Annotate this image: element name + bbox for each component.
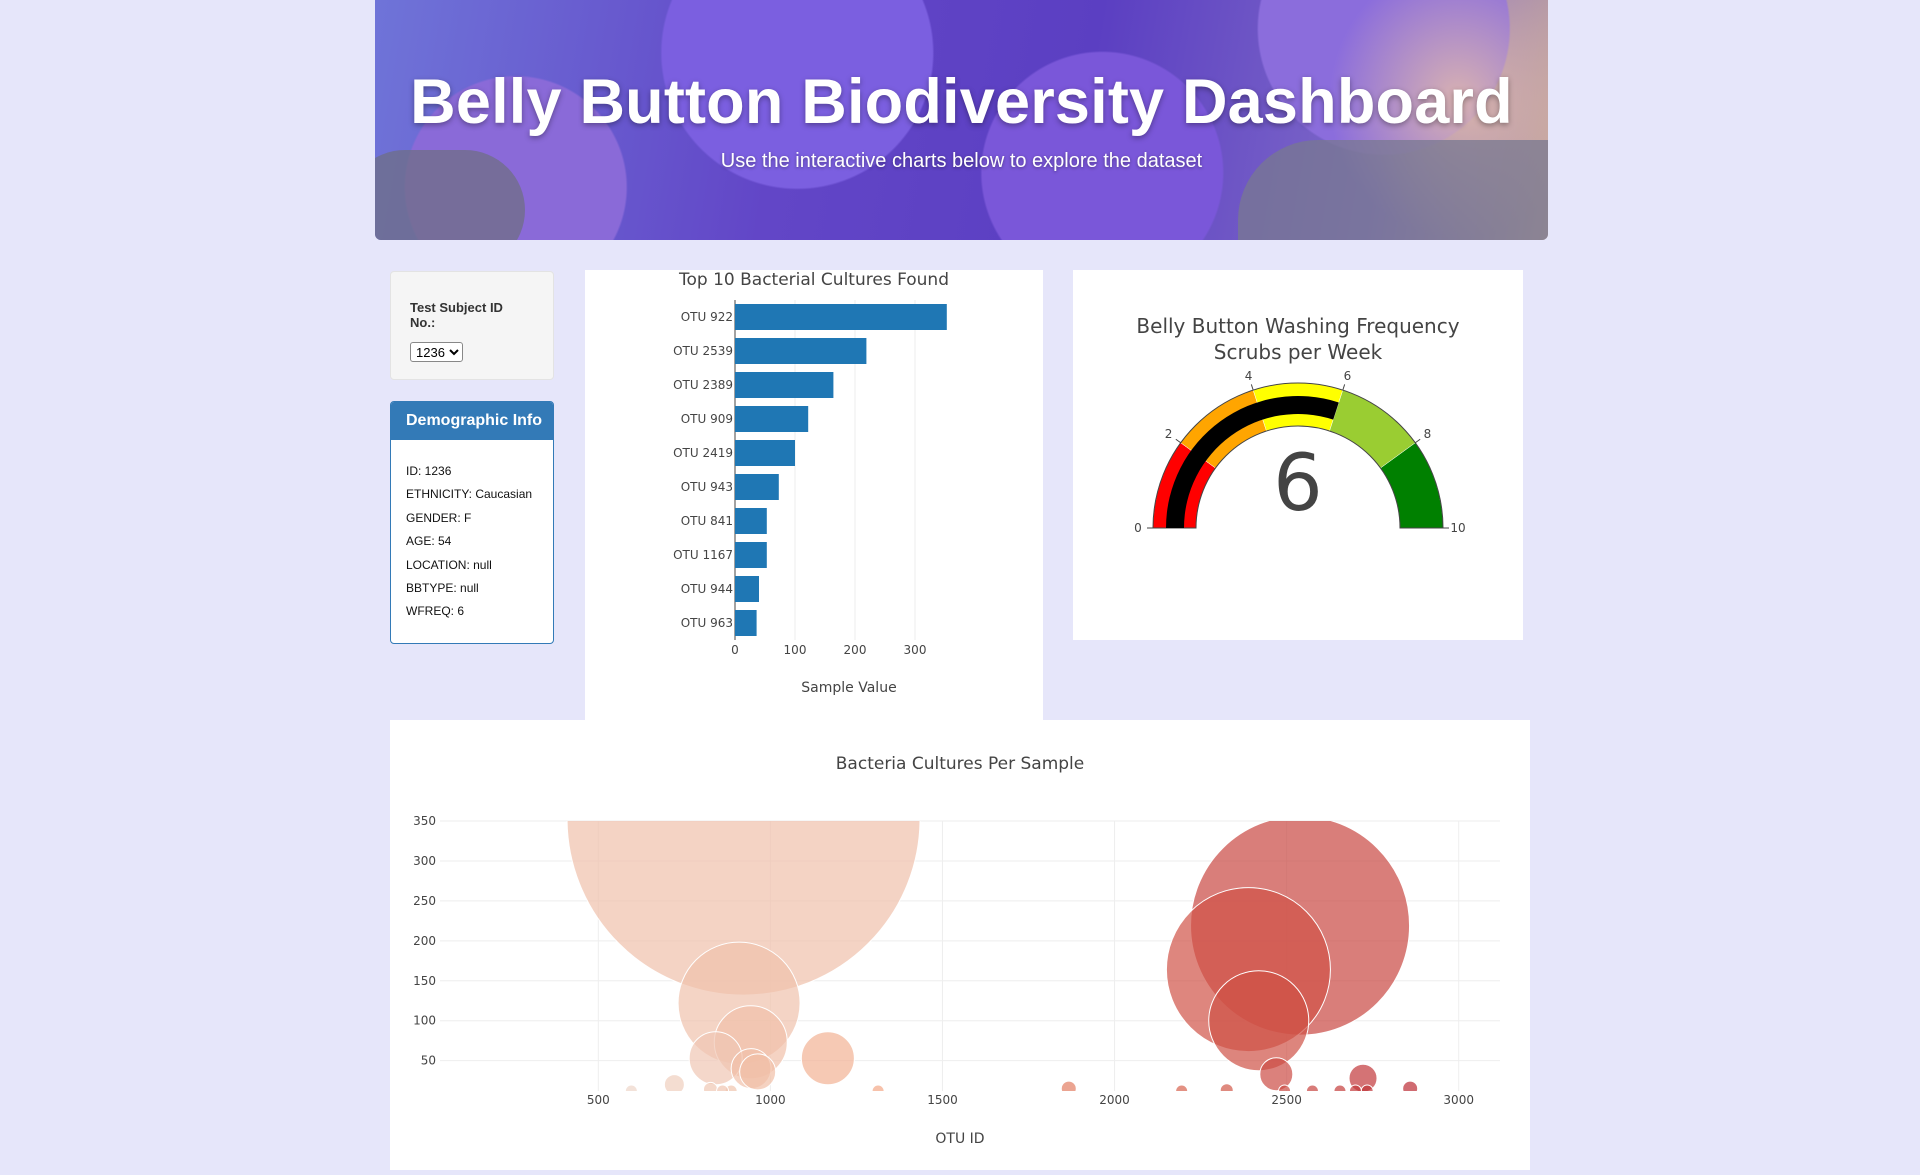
gauge-tick-label: 4 — [1245, 369, 1253, 383]
bubble-y-tick-label: 200 — [413, 934, 436, 948]
bubble-mark — [1175, 1084, 1189, 1091]
bar-chart-title: Top 10 Bacterial Cultures Found — [678, 270, 949, 290]
gauge-chart: 0 2 4 6 8 10 Belly Button Washing Frequency S… — [1134, 314, 1465, 535]
bubble-x-tick-label: 2000 — [1099, 1093, 1130, 1107]
demographic-bbtype: BBTYPE: null — [406, 580, 479, 595]
bubble-x-tick-label: 1500 — [927, 1093, 958, 1107]
gauge-tick — [1250, 384, 1254, 391]
gauge-tick-label: 10 — [1450, 521, 1465, 535]
bubble-mark — [1305, 1084, 1319, 1091]
bar-x-tick-label: 100 — [784, 643, 807, 657]
bar-y-tick-label: OTU 963 — [681, 616, 733, 630]
bar-y-tick-label: OTU 2389 — [673, 378, 733, 392]
bar-y-tick-label: OTU 841 — [681, 514, 733, 528]
bubble-x-tick-label: 2500 — [1271, 1093, 1302, 1107]
bar-mark — [735, 542, 767, 568]
bar-chart-x-label: Sample Value — [801, 680, 896, 696]
bar-mark — [735, 474, 779, 500]
demographic-ethnicity: ETHNICITY: Caucasian — [406, 487, 533, 502]
demographic-gender: GENDER: F — [406, 510, 472, 525]
gauge-tick — [1415, 438, 1421, 444]
bubble-chart-title: Bacteria Cultures Per Sample — [836, 754, 1084, 774]
bubble-y-tick-label: 350 — [413, 814, 436, 828]
bubble-y-tick-label: 300 — [413, 854, 436, 868]
gauge-tick-label: 8 — [1424, 427, 1432, 441]
demographic-info-body: ID: 1236 ETHNICITY: Caucasian GENDER: F … — [391, 440, 553, 626]
gauge-title-line2: Scrubs per Week — [1214, 340, 1383, 364]
bubble-mark — [703, 1081, 719, 1091]
bar-y-tick-label: OTU 944 — [681, 582, 733, 596]
bubble-mark — [1219, 1083, 1234, 1091]
bar-chart-card: OTU 922 OTU 2539 OTU 2389 OTU 909 OTU 2419 OT… — [585, 270, 1043, 720]
gauge-tick-label: 2 — [1165, 427, 1173, 441]
bar-mark — [735, 372, 834, 398]
bubble-y-tick-label: 100 — [413, 1014, 436, 1028]
bubble-mark — [800, 1031, 855, 1086]
gauge-chart-card: 0 2 4 6 8 10 Belly Button Washing Frequency S… — [1073, 270, 1523, 640]
gauge-tick — [1175, 438, 1181, 444]
demographic-wfreq: WFREQ: 6 — [406, 604, 465, 619]
bubble-mark — [739, 1053, 777, 1091]
bar-y-tick-label: OTU 2419 — [673, 446, 733, 460]
bar-mark — [735, 610, 757, 636]
subject-selector-well: Test Subject ID No.: 1236 — [390, 271, 554, 380]
bar-y-tick-label: OTU 943 — [681, 480, 733, 494]
bubble-mark — [663, 1074, 685, 1091]
bubble-chart-card: 500 1000 1500 2000 2500 3000 50 100 150 200 250 30… — [390, 720, 1530, 1170]
bubble-y-tick-label: 50 — [421, 1054, 436, 1068]
bar-y-tick-label: OTU 1167 — [673, 548, 733, 562]
bar-mark — [735, 406, 809, 432]
bubble-x-tick-label: 3000 — [1443, 1093, 1474, 1107]
bubble-mark — [871, 1084, 885, 1091]
subject-selector-label: Test Subject ID No.: — [410, 300, 503, 330]
bar-x-tick-label: 300 — [904, 643, 927, 657]
demographic-info-heading: Demographic Info — [391, 402, 553, 440]
bubble-mark — [1360, 1084, 1374, 1091]
bubble-y-tick-label: 250 — [413, 894, 436, 908]
bar-mark — [735, 440, 795, 466]
demographic-info-panel: Demographic Info ID: 1236 ETHNICITY: Cau… — [390, 401, 554, 644]
page-subtitle: Use the interactive charts below to expl… — [720, 150, 1203, 172]
bar-mark — [735, 338, 867, 364]
bubble-chart: 500 1000 1500 2000 2500 3000 50 100 150 200 250 30… — [413, 754, 1500, 1147]
bar-mark — [735, 576, 759, 602]
bar-x-tick-label: 0 — [731, 643, 739, 657]
bubble-mark — [1333, 1084, 1347, 1091]
bar-chart: OTU 922 OTU 2539 OTU 2389 OTU 909 OTU 2419 OT… — [673, 270, 949, 696]
demographic-id: ID: 1236 — [406, 464, 452, 478]
bar-y-tick-label: OTU 922 — [681, 310, 733, 324]
bar-y-tick-label: OTU 2539 — [673, 344, 733, 358]
bubble-mark — [624, 1084, 638, 1091]
demographic-age: AGE: 54 — [406, 534, 452, 549]
bubble-y-tick-label: 150 — [413, 974, 436, 988]
header-banner: Belly Button Biodiversity Dashboard Use … — [375, 0, 1548, 240]
bubble-mark — [1402, 1080, 1419, 1091]
gauge-tick-label: 6 — [1344, 369, 1352, 383]
bubble-mark — [1348, 1084, 1362, 1091]
bar-y-tick-label: OTU 909 — [681, 412, 733, 426]
gauge-tick — [1342, 384, 1346, 391]
bubble-mark — [1060, 1080, 1077, 1091]
bar-x-tick-label: 200 — [844, 643, 867, 657]
subject-id-select[interactable]: 1236 — [410, 342, 463, 362]
bubble-mark — [716, 1084, 730, 1091]
gauge-title-line1: Belly Button Washing Frequency — [1136, 314, 1459, 338]
bar-mark — [735, 508, 767, 534]
bubble-mark — [1208, 970, 1310, 1072]
gauge-tick-label: 0 — [1134, 521, 1142, 535]
bubble-x-tick-label: 1000 — [755, 1093, 786, 1107]
bubble-x-tick-label: 500 — [587, 1093, 610, 1107]
bar-mark — [735, 304, 947, 330]
page-title: Belly Button Biodiversity Dashboard — [410, 67, 1513, 137]
bubble-chart-x-label: OTU ID — [935, 1131, 984, 1147]
demographic-location: LOCATION: null — [406, 557, 492, 572]
gauge-value-number: 6 — [1273, 439, 1323, 529]
